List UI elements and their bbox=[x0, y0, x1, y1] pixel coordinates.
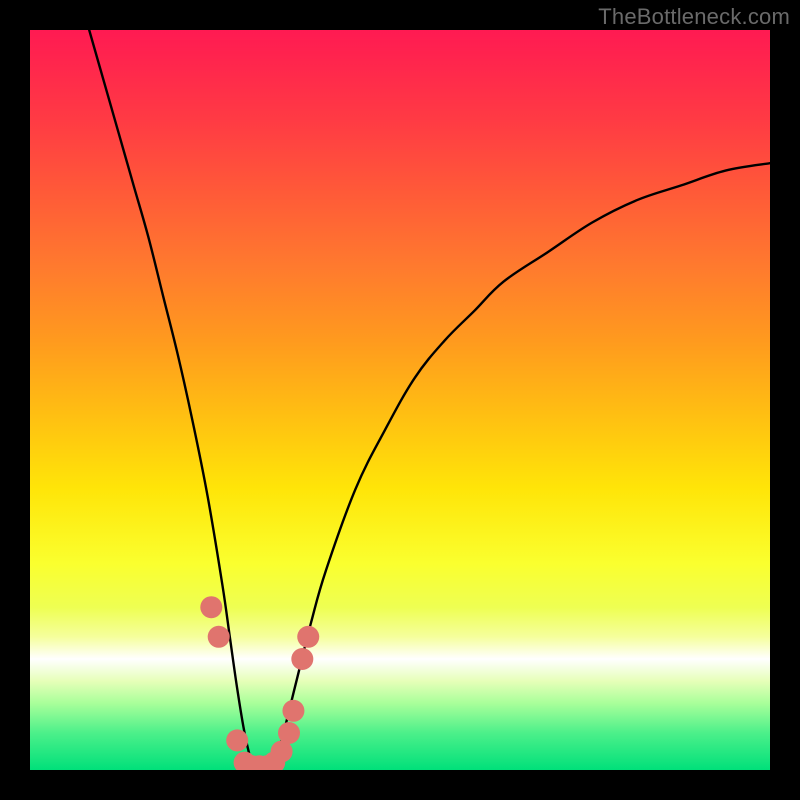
marker-dot bbox=[278, 722, 300, 744]
marker-dot bbox=[226, 729, 248, 751]
watermark-text: TheBottleneck.com bbox=[598, 4, 790, 30]
bottleneck-curve bbox=[89, 30, 770, 770]
plot-area bbox=[30, 30, 770, 770]
curve-layer bbox=[30, 30, 770, 770]
chart-frame: TheBottleneck.com bbox=[0, 0, 800, 800]
marker-dot bbox=[297, 626, 319, 648]
marker-dot bbox=[208, 626, 230, 648]
marker-dot bbox=[291, 648, 313, 670]
highlighted-points bbox=[200, 596, 319, 770]
marker-dot bbox=[282, 700, 304, 722]
bottleneck-curve-path bbox=[89, 30, 770, 770]
marker-dot bbox=[200, 596, 222, 618]
